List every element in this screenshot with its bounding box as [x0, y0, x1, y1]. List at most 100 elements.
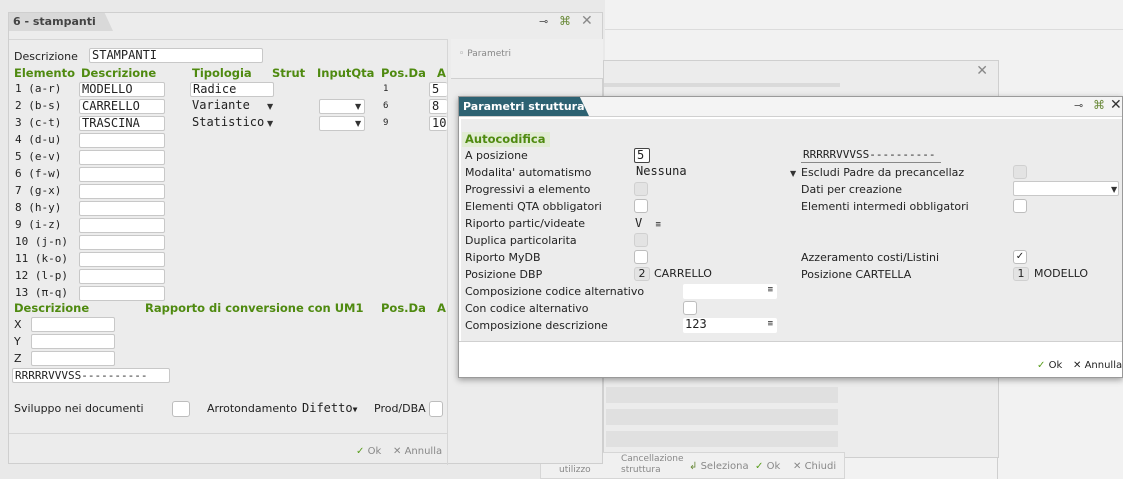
dialog-pin-icon[interactable]: ⊸ [1074, 99, 1083, 112]
background-window-row [606, 431, 838, 447]
riporto-label: Riporto partic/videate [465, 217, 585, 230]
window-close-icon[interactable]: ✕ [581, 13, 593, 29]
row-elemento: 11 (k-o) [15, 252, 68, 265]
mydb-label: Riporto MyDB [465, 251, 541, 264]
utilizzo-button[interactable]: utilizzo [559, 463, 591, 477]
window-tab[interactable]: 6 - stampanti [9, 13, 113, 31]
row-descrizione-input[interactable] [79, 218, 165, 233]
row-descrizione-input[interactable] [79, 235, 165, 250]
modalita-select[interactable]: Nessuna [634, 165, 799, 180]
duplica-checkbox[interactable] [634, 233, 648, 247]
close-icon: ✕ [793, 461, 802, 472]
seleziona-button[interactable]: ↲ Seleziona [689, 460, 749, 474]
row-a-input[interactable]: 10 [429, 116, 447, 131]
dialog-close-icon[interactable]: ✕ [1110, 97, 1122, 113]
row-descrizione-input[interactable] [79, 133, 165, 148]
intermedi-label: Elementi intermedi obbligatori [801, 200, 969, 213]
row-descrizione-input[interactable] [79, 167, 165, 182]
row-elemento: 1 (a-r) [15, 82, 62, 95]
row-descrizione-input[interactable] [79, 252, 165, 267]
main-ok-button[interactable]: ✓ Ok [356, 445, 381, 459]
cartella-number[interactable]: 1 [1013, 267, 1029, 281]
background-window-row [606, 409, 838, 425]
comp-alt-input[interactable]: ≡ [683, 284, 777, 299]
main-footer [9, 433, 447, 465]
parametri-dot-icon: ◦ [459, 49, 465, 59]
row-tipologia-field[interactable]: Statistico [190, 116, 274, 131]
row-a-input[interactable]: 8 [429, 99, 447, 114]
row-elemento: 7 (g-x) [15, 184, 62, 197]
cancellazione-line1: Cancellazione [621, 454, 684, 464]
row-elemento: 8 (h-y) [15, 201, 62, 214]
row-descrizione-input[interactable]: TRASCINA [79, 116, 165, 131]
progressivi-checkbox[interactable] [634, 182, 648, 196]
pattern-field[interactable]: RRRRRVVVSS---------- [12, 368, 170, 383]
row-elemento: 13 (π-q) [15, 286, 68, 299]
dati-select[interactable] [1013, 181, 1119, 196]
duplica-label: Duplica particolarita [465, 234, 577, 247]
conv-input-y[interactable] [31, 334, 115, 349]
dialog-annulla-button[interactable]: ✕ Annulla [1073, 359, 1122, 373]
mydb-checkbox[interactable] [634, 250, 648, 264]
chevron-down-icon: ▼ [352, 405, 358, 414]
dbp-label: Posizione DBP [465, 268, 543, 281]
dati-chevron-icon: ▼ [1111, 185, 1118, 194]
descrizione-input[interactable]: STAMPANTI [89, 48, 263, 63]
conv-input-x[interactable] [31, 317, 115, 332]
row-descrizione-input[interactable] [79, 184, 165, 199]
row-tipologia-value: Variante [192, 99, 250, 112]
pattern-display: RRRRRVVVSS---------- [801, 148, 941, 163]
arrotondamento-select[interactable]: Difetto▼ [302, 401, 357, 417]
intermedi-checkbox[interactable] [1013, 199, 1027, 213]
main-annulla-button[interactable]: ✕ Annulla [393, 445, 442, 459]
row-tipologia-value: Statistico [192, 116, 265, 129]
row-elemento: 5 (e-v) [15, 150, 62, 163]
bottom-ok-button[interactable]: ✓ Ok [755, 460, 780, 474]
conv-row-z: Z [14, 352, 22, 365]
row-descrizione-input[interactable] [79, 269, 165, 284]
row-descrizione-input[interactable] [79, 150, 165, 165]
escludi-checkbox[interactable] [1013, 165, 1027, 179]
row-tipologia-field[interactable]: Radice [190, 82, 274, 97]
chiudi-button[interactable]: ✕ Chiudi [793, 460, 836, 474]
col-inputqta: InputQta [317, 66, 375, 80]
parametri-struttura-dialog: Parametri struttura ⊸ ⌘ ✕ Autocodifica A… [458, 96, 1123, 378]
conv-input-z[interactable] [31, 351, 115, 366]
checkmark-icon: ✓ [1015, 251, 1025, 262]
a-posizione-input[interactable]: 5 [634, 148, 650, 163]
row-descrizione-input[interactable] [79, 286, 165, 301]
row-descrizione-input[interactable]: CARRELLO [79, 99, 165, 114]
row-descrizione-input[interactable]: MODELLO [79, 82, 165, 97]
row-tipologia-field[interactable]: Variante [190, 99, 274, 114]
maximize-icon[interactable]: ⌘ [559, 14, 571, 28]
pin-icon[interactable]: ⊸ [539, 15, 548, 28]
dialog-maximize-icon[interactable]: ⌘ [1093, 98, 1105, 112]
dialog-ok-button[interactable]: ✓ Ok [1037, 359, 1062, 373]
comp-desc-list-icon: ≡ [767, 319, 773, 329]
col-posda: Pos.Da [381, 66, 426, 80]
qta-checkbox[interactable] [634, 199, 648, 213]
list-icon: ≡ [655, 220, 661, 230]
dbp-number[interactable]: 2 [634, 267, 650, 281]
prod-dba-checkbox[interactable] [429, 401, 443, 417]
descrizione-label: Descrizione [14, 50, 78, 63]
parametri-button[interactable]: ◦ Parametri [459, 47, 511, 61]
riporto-field[interactable]: V ≡ [635, 216, 661, 232]
row-a-input[interactable]: 5 [429, 82, 447, 97]
dialog-footer [459, 341, 1122, 377]
col-strut: Strut [272, 66, 306, 80]
row-descrizione-input[interactable] [79, 201, 165, 216]
main-ok-label: Ok [367, 446, 382, 457]
background-window-close-icon[interactable]: ✕ [976, 63, 988, 79]
comp-desc-input[interactable]: 123 ≡ [683, 318, 777, 333]
arrotondamento-label: Arrotondamento [207, 402, 298, 415]
cancellazione-button[interactable]: Cancellazione struttura [621, 454, 683, 476]
azzeramento-label: Azzeramento costi/Listini [801, 251, 939, 264]
conv-col-descrizione: Descrizione [14, 301, 90, 315]
sviluppo-checkbox[interactable] [172, 401, 190, 417]
col-tipologia: Tipologia [192, 66, 252, 80]
chevron-down-icon: ▼ [267, 119, 274, 128]
azzeramento-checkbox[interactable]: ✓ [1013, 250, 1027, 264]
con-alt-checkbox[interactable] [683, 301, 697, 315]
seleziona-label: Seleziona [700, 461, 749, 472]
